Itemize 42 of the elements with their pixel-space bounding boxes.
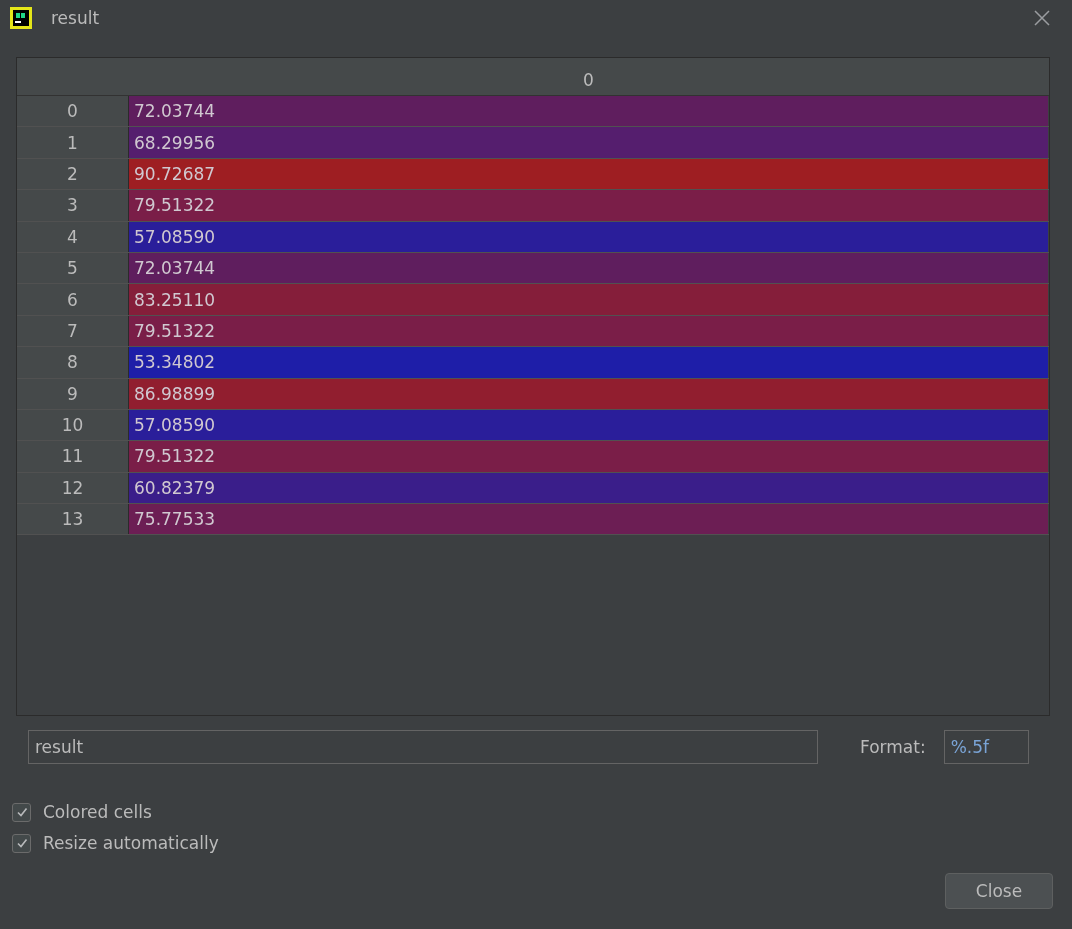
window-title: result [51,8,101,28]
checkmark-icon [15,806,28,818]
close-icon[interactable] [1034,10,1050,26]
row-header: 0 [17,96,129,127]
row-header: 9 [17,378,129,409]
table-cell: 83.25110 [129,284,1048,315]
close-button[interactable]: Close [945,873,1053,909]
checkbox[interactable] [12,802,31,822]
table-cell: 79.51322 [129,190,1048,221]
row-header: 8 [17,347,129,378]
expression-field[interactable]: result [28,730,818,764]
row-header: 10 [17,409,129,441]
checkbox[interactable] [12,833,31,853]
checkbox-label: Resize automatically [43,833,219,853]
row-header: 12 [17,472,129,504]
row-header: 7 [17,315,129,347]
row-header: 4 [17,221,129,252]
table-cell: 57.08590 [129,409,1048,441]
checkbox-label: Colored cells [43,802,152,822]
row-header: 2 [17,158,129,190]
row-header: 5 [17,252,129,284]
table-cell: 57.08590 [129,221,1048,252]
row-header: 6 [17,284,129,315]
table-cell: 86.98899 [129,378,1048,409]
row-header: 3 [17,190,129,221]
column-header: 0 [582,68,595,92]
row-header: 1 [17,127,129,158]
format-field[interactable]: %.5f [943,730,1029,764]
row-header: 13 [17,504,129,535]
table-cell: 68.29956 [129,127,1048,158]
table-cell: 75.77533 [129,504,1048,535]
table-cell: 90.72687 [129,158,1048,190]
table-cell: 72.03744 [129,252,1048,284]
app-logo-icon [10,7,32,29]
table-cell: 60.82379 [129,472,1048,504]
row-header: 11 [17,441,129,472]
table-cell: 79.51322 [129,315,1048,347]
table-cell: 79.51322 [129,441,1048,472]
table-cell: 72.03744 [129,96,1048,127]
checkmark-icon [15,837,28,849]
format-label: Format: [860,737,926,757]
table-cell: 53.34802 [129,347,1048,378]
